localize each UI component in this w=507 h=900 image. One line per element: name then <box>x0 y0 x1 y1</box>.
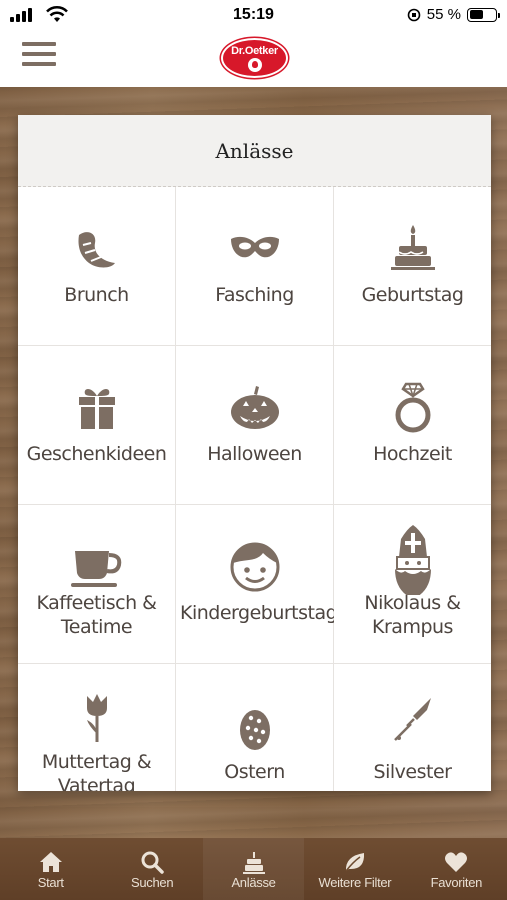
battery-percentage: 55 % <box>426 6 461 23</box>
ring-icon <box>395 382 430 433</box>
tab-label: Weitere Filter <box>318 875 392 890</box>
occasion-silvester[interactable]: Silvester <box>334 664 491 791</box>
occasion-label: Hochzeit <box>373 443 452 465</box>
occasion-label: Fasching <box>215 284 294 306</box>
orientation-lock-icon <box>407 8 421 21</box>
occasion-label: Nikolaus & Krampus <box>338 591 487 639</box>
tab-favoriten[interactable]: Favoriten <box>406 838 507 900</box>
occasion-label-line2: Teatime <box>60 616 133 638</box>
coffee-cup-icon <box>70 551 121 587</box>
occasion-kindergeburtstag[interactable]: Kindergeburtstag <box>176 505 338 663</box>
tab-suchen[interactable]: Suchen <box>101 838 202 900</box>
child-face-icon <box>230 542 279 592</box>
logo-badge <box>247 58 262 72</box>
tab-label: Suchen <box>130 875 174 890</box>
occasion-label-line2: Krampus <box>372 616 453 638</box>
occasion-label: Ostern <box>224 761 285 783</box>
occasion-label: Silvester <box>373 761 452 783</box>
occasion-label-line1: Muttertag & <box>41 751 152 773</box>
logo-text: Dr.Oetker <box>231 45 278 57</box>
bottom-tab-bar: Start Suchen Anlässe Weitere Filter Favo… <box>0 838 507 900</box>
saint-nicholas-icon <box>394 525 431 595</box>
app-header: Dr.Oetker <box>0 32 507 87</box>
occasion-label: Geburtstag <box>361 284 464 306</box>
occasion-label: Kindergeburtstag <box>180 602 338 624</box>
occasion-geburtstag[interactable]: Geburtstag <box>334 187 491 345</box>
occasion-ostern[interactable]: Ostern <box>176 664 333 791</box>
pumpkin-icon <box>230 386 279 429</box>
search-icon <box>141 851 164 874</box>
croissant-icon <box>77 232 115 268</box>
easter-egg-icon <box>239 710 270 750</box>
hamburger-menu-icon[interactable] <box>22 42 56 70</box>
occasion-label: Brunch <box>64 284 129 306</box>
tab-weitere-filter[interactable]: Weitere Filter <box>304 838 405 900</box>
occasion-geschenkideen[interactable]: Geschenkideen <box>18 346 175 504</box>
tab-start[interactable]: Start <box>0 838 101 900</box>
occasion-nikolaus-krampus[interactable]: Nikolaus & Krampus <box>334 505 491 663</box>
occasion-hochzeit[interactable]: Hochzeit <box>334 346 491 504</box>
tulip-icon <box>86 694 107 742</box>
cake-icon <box>242 852 265 874</box>
gift-icon <box>78 389 115 429</box>
status-bar: 15:19 55 % <box>0 0 507 32</box>
page-title: Anlässe <box>215 138 294 163</box>
carnival-mask-icon <box>230 236 279 258</box>
occasion-muttertag-vatertag[interactable]: Muttertag & Vatertag <box>18 664 175 791</box>
occasion-label: Muttertag & Vatertag <box>22 750 171 791</box>
occasion-label: Kaffeetisch & Teatime <box>22 591 171 639</box>
leaf-icon <box>345 853 364 872</box>
tab-label: Start <box>37 875 64 890</box>
occasion-halloween[interactable]: Halloween <box>176 346 333 504</box>
occasion-label: Halloween <box>207 443 302 465</box>
occasion-fasching[interactable]: Fasching <box>176 187 333 345</box>
card-header: Anlässe <box>18 115 491 187</box>
battery-icon <box>467 7 500 22</box>
occasion-label-line2: Vatertag <box>57 775 136 791</box>
occasion-brunch[interactable]: Brunch <box>18 187 175 345</box>
tab-anlaesse[interactable]: Anlässe <box>202 838 305 900</box>
occasion-label: Geschenkideen <box>26 443 167 465</box>
occasion-kaffeetisch-teatime[interactable]: Kaffeetisch & Teatime <box>18 505 175 663</box>
heart-icon <box>445 852 468 872</box>
dr-oetker-logo: Dr.Oetker <box>221 38 288 78</box>
rocket-firework-icon <box>393 698 431 741</box>
occasions-card: Anlässe Brunch Fasching Geburtstag Gesch… <box>18 115 491 791</box>
tab-label: Anlässe <box>231 875 276 890</box>
occasions-grid: Brunch Fasching Geburtstag Geschenkideen… <box>18 187 491 791</box>
occasion-label-line1: Kaffeetisch & <box>36 592 158 614</box>
tab-label: Favoriten <box>430 875 483 890</box>
birthday-cake-icon <box>390 225 435 270</box>
home-icon <box>39 852 62 872</box>
occasion-label-line1: Nikolaus & <box>364 592 461 614</box>
